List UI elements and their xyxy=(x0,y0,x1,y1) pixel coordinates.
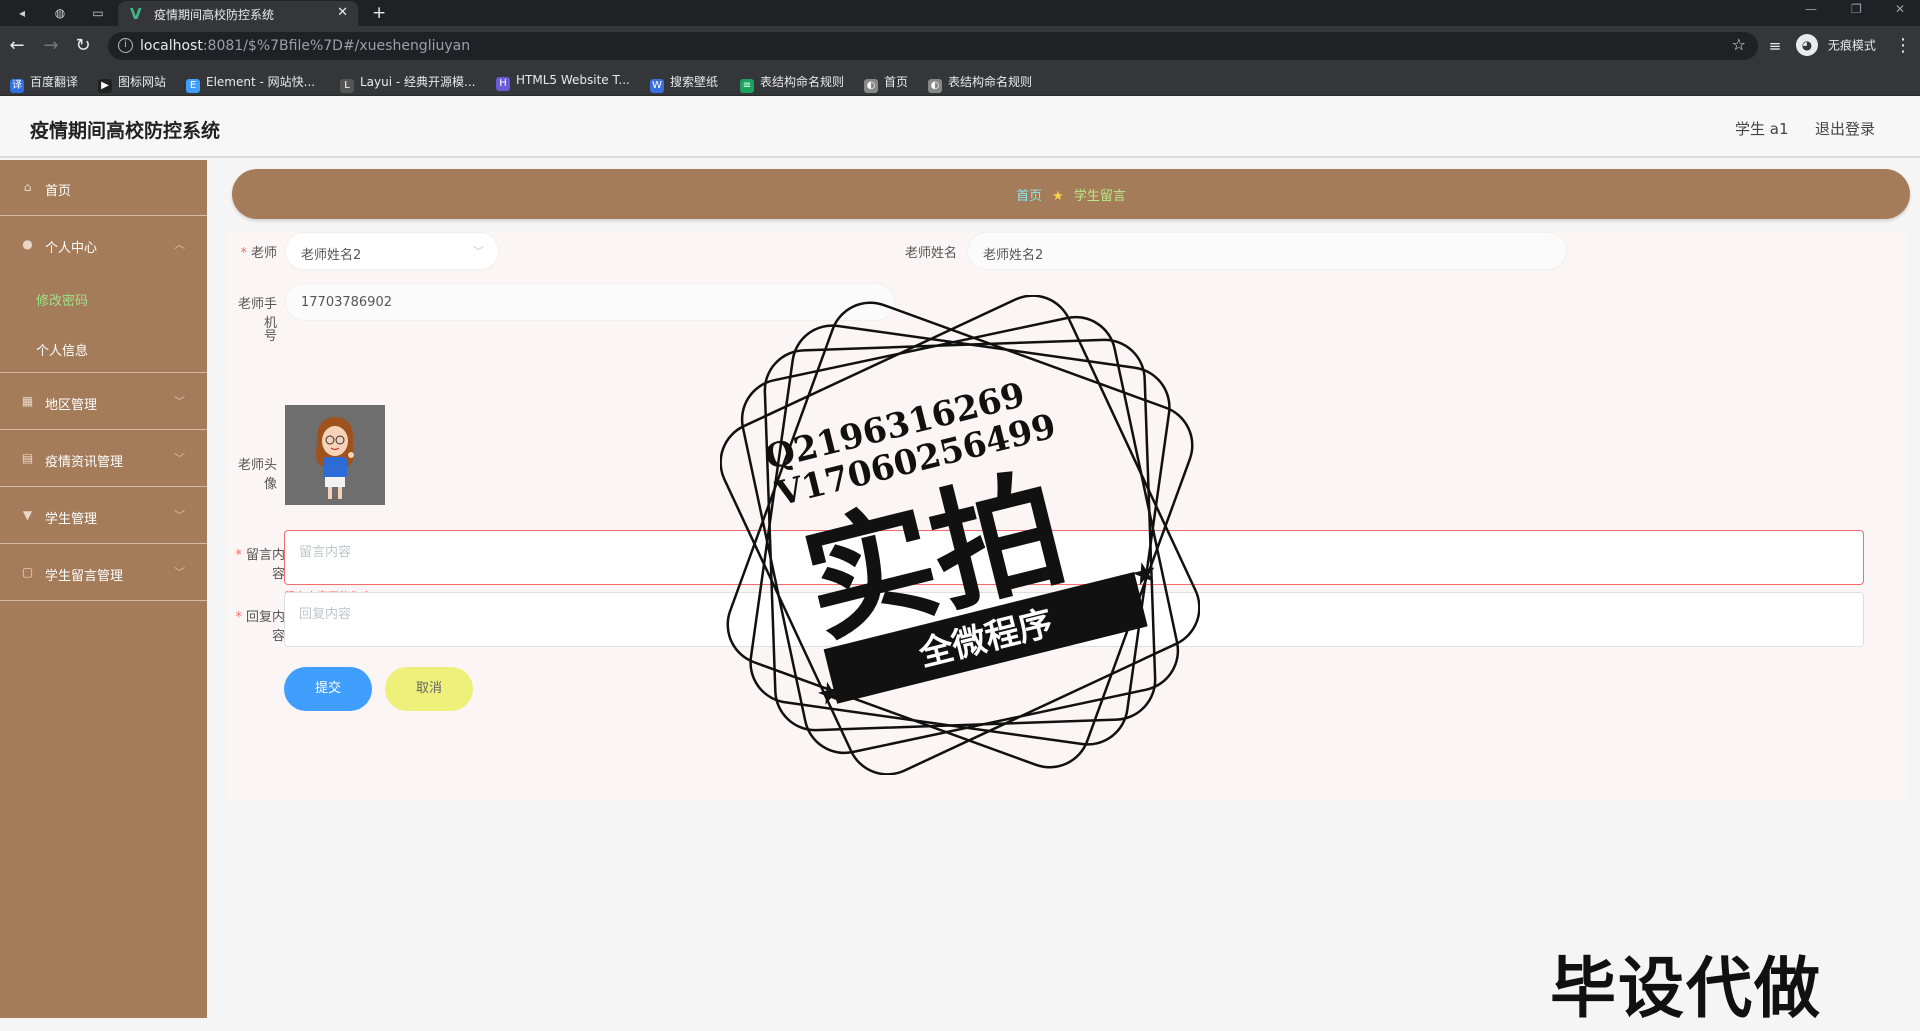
message-icon: ▢ xyxy=(21,565,34,579)
grid-icon: ▦ xyxy=(21,394,34,408)
reply-label: * 回复内容 xyxy=(235,610,285,644)
more-menu-icon[interactable]: ⋮ xyxy=(1892,35,1914,57)
sidebar-item-personal-center[interactable]: ● 个人中心 ︿ xyxy=(0,217,207,273)
teacher-select[interactable]: 老师姓名2 ﹀ xyxy=(285,232,499,270)
chevron-down-icon: ﹀ xyxy=(174,395,185,408)
breadcrumb-current: 学生留言 xyxy=(1073,189,1126,204)
bookmark-item[interactable]: 译百度翻译 xyxy=(10,73,78,93)
bookmark-item[interactable]: W 搜索壁纸 xyxy=(650,73,718,93)
chevron-down-icon: ﹀ xyxy=(473,245,484,258)
bookmark-label: 图标网站 xyxy=(118,75,167,89)
bookmark-label: 百度翻译 xyxy=(30,75,79,89)
teacher-phone-field[interactable]: 17703786902 xyxy=(285,283,895,321)
bookmark-icon: ▶ xyxy=(98,79,112,93)
globe-icon[interactable]: ◍ xyxy=(50,3,70,23)
sidebar: ⌂ 首页 ● 个人中心 ︿ 修改密码 个人信息 ▦ 地区管理 ﹀ ▤ 疫情资讯管… xyxy=(0,160,207,1018)
sidebar-item-student-messages[interactable]: ▢ 学生留言管理 ﹀ xyxy=(0,545,207,601)
user-icon: ● xyxy=(22,237,33,251)
tab-search-icon[interactable]: ▭ xyxy=(88,3,108,23)
bookmark-item[interactable]: ≡ 表结构命名规则 xyxy=(740,73,844,93)
bookmark-icon: ≡ xyxy=(740,79,754,93)
bookmark-label: Element - 网站快... xyxy=(206,75,316,89)
sidebar-item-epidemic-news[interactable]: ▤ 疫情资讯管理 ﹀ xyxy=(0,431,207,487)
teacher-avatar-image xyxy=(285,405,385,505)
message-textarea[interactable]: 留言内容 xyxy=(284,530,1864,585)
bookmark-star-icon[interactable]: ☆ xyxy=(1732,35,1746,54)
bookmark-icon: E xyxy=(186,79,200,93)
sidebar-item-region[interactable]: ▦ 地区管理 ﹀ xyxy=(0,374,207,430)
mute-icon[interactable]: ◂ xyxy=(12,3,32,23)
chevron-down-icon: ﹀ xyxy=(174,452,185,465)
minimize-icon[interactable]: — xyxy=(1805,2,1817,16)
tab-title: 疫情期间高校防控系统 xyxy=(154,8,275,22)
cup-icon: ▼ xyxy=(22,508,33,522)
bookmark-item[interactable]: ◐ 表结构命名规则 xyxy=(928,73,1032,93)
bookmark-icon: W xyxy=(650,79,664,93)
address-bar[interactable]: i localhost:8081/$%7Bfile%7D#/xueshengli… xyxy=(108,32,1758,60)
cancel-button[interactable]: 取消 xyxy=(385,667,473,711)
sidebar-item-students[interactable]: ▼ 学生管理 ﹀ xyxy=(0,488,207,544)
teacher-label: * 老师 xyxy=(240,246,277,261)
chevron-down-icon: ﹀ xyxy=(174,509,185,522)
teacher-avatar-label: 老师头像 xyxy=(237,458,277,492)
incognito-icon: ◕ xyxy=(1796,34,1818,56)
news-icon: ▤ xyxy=(21,451,34,465)
new-tab-icon[interactable]: + xyxy=(372,3,386,23)
back-icon[interactable]: ← xyxy=(6,35,28,57)
star-icon: ★ xyxy=(1052,189,1064,204)
bookmark-label: Layui - 经典开源模... xyxy=(360,75,476,89)
bookmark-item[interactable]: ▶ 图标网站 xyxy=(98,73,166,93)
sidebar-item-change-password[interactable]: 修改密码 xyxy=(0,273,207,323)
reload-icon[interactable]: ↻ xyxy=(72,35,94,57)
teacher-name-field[interactable]: 老师姓名2 xyxy=(967,232,1567,270)
bottom-watermark: 毕设代做 xyxy=(1550,950,1822,1027)
sidebar-item-home[interactable]: ⌂ 首页 xyxy=(0,160,207,216)
restore-icon[interactable]: ❐ xyxy=(1851,2,1862,16)
current-user[interactable]: 学生 a1 xyxy=(1735,118,1789,139)
bookmark-icon: 译 xyxy=(10,79,24,93)
sidebar-item-personal-info[interactable]: 个人信息 xyxy=(0,323,207,373)
info-icon[interactable]: i xyxy=(118,38,133,53)
bookmark-icon: H xyxy=(496,77,510,91)
bookmark-label: 表结构命名规则 xyxy=(948,75,1033,89)
message-label: * 留言内容 xyxy=(235,548,285,582)
logout-link[interactable]: 退出登录 xyxy=(1815,118,1875,139)
bookmark-icon: L xyxy=(340,79,354,93)
teacher-phone-label-wrap: 号 xyxy=(263,329,277,344)
teacher-name-label: 老师姓名 xyxy=(904,246,957,261)
incognito-badge[interactable]: ◕ 无痕模式 xyxy=(1796,34,1876,58)
bookmark-item[interactable]: ◐ 首页 xyxy=(864,73,908,93)
breadcrumb: 首页 ★ 学生留言 xyxy=(232,169,1910,219)
vue-icon: V xyxy=(130,5,142,23)
browser-tab[interactable]: V 疫情期间高校防控系统 ✕ xyxy=(118,1,358,26)
chevron-up-icon: ︿ xyxy=(174,238,185,251)
reading-list-icon[interactable]: ≡ xyxy=(1764,35,1786,57)
submit-button[interactable]: 提交 xyxy=(284,667,372,711)
chevron-down-icon: ﹀ xyxy=(174,566,185,579)
browser-tab-strip: ◂ ◍ ▭ V 疫情期间高校防控系统 ✕ + — ❐ ✕ xyxy=(0,0,1920,26)
forward-icon[interactable]: → xyxy=(40,35,62,57)
bookmark-label: 搜索壁纸 xyxy=(670,75,719,89)
bookmark-item[interactable]: H HTML5 Website T... xyxy=(496,73,630,91)
main-content: 首页 ★ 学生留言 * 老师 老师姓名2 ﹀ 老师姓名 老师姓名2 老师手机 号 17… xyxy=(207,160,1920,1018)
bookmark-label: 首页 xyxy=(884,75,909,89)
reply-textarea[interactable]: 回复内容 xyxy=(284,592,1864,647)
bookmark-icon: ◐ xyxy=(928,79,942,93)
bookmark-label: 表结构命名规则 xyxy=(760,75,845,89)
bookmark-icon: ◐ xyxy=(864,79,878,93)
breadcrumb-home[interactable]: 首页 xyxy=(1016,189,1042,204)
url-text[interactable]: localhost:8081/$%7Bfile%7D#/xueshengliuy… xyxy=(140,38,470,54)
window-close-icon[interactable]: ✕ xyxy=(1895,2,1905,16)
app-header: 疫情期间高校防控系统 学生 a1 退出登录 xyxy=(0,96,1920,158)
bookmark-item[interactable]: E Element - 网站快... xyxy=(186,73,315,93)
home-icon: ⌂ xyxy=(23,180,32,194)
app-title: 疫情期间高校防控系统 xyxy=(30,120,221,142)
close-icon[interactable]: ✕ xyxy=(337,5,348,20)
bookmarks-bar: 译百度翻译 ▶ 图标网站 E Element - 网站快... L Layui - 经典开源… xyxy=(0,66,1920,96)
message-form: * 老师 老师姓名2 ﹀ 老师姓名 老师姓名2 老师手机 号 1770378690… xyxy=(227,230,1907,800)
bookmark-label: HTML5 Website T... xyxy=(516,73,630,87)
browser-toolbar: ← → ↻ i localhost:8081/$%7Bfile%7D#/xues… xyxy=(0,26,1920,66)
bookmark-item[interactable]: L Layui - 经典开源模... xyxy=(340,73,475,93)
